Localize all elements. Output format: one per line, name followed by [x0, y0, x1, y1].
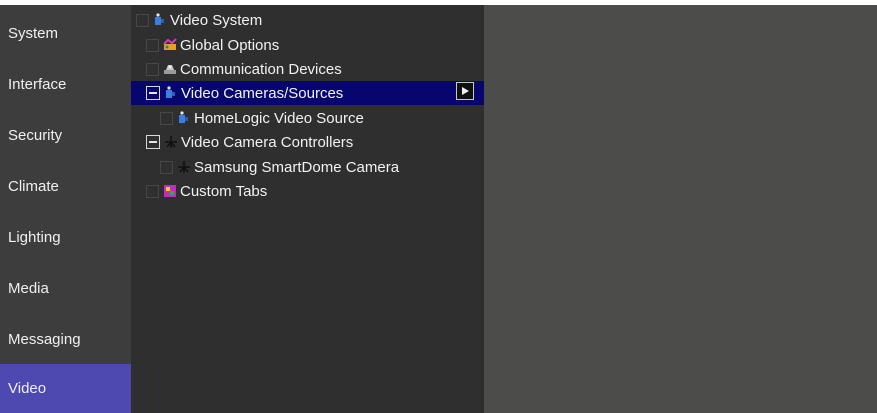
- video-camera-icon: [155, 13, 164, 25]
- tree-node-homelogic-video-source[interactable]: HomeLogic Video Source: [160, 106, 364, 130]
- tree-node-video-cameras-sources[interactable]: Video Cameras/Sources: [131, 81, 484, 105]
- sidebar-item-label: System: [8, 25, 59, 42]
- tree-node-checkbox[interactable]: [146, 184, 159, 198]
- sidebar-item-system[interactable]: System: [0, 9, 131, 59]
- sidebar-item-label: Interface: [8, 76, 67, 93]
- tree-node-video-camera-controllers[interactable]: Video Camera Controllers: [146, 130, 353, 154]
- communication-devices-icon: [164, 65, 176, 74]
- sidebar-item-label: Video: [8, 380, 47, 397]
- video-camera-icon: [179, 111, 188, 123]
- tree-node-label: Video Camera Controllers: [181, 133, 354, 151]
- tree-node-global-options[interactable]: Global Options: [146, 33, 279, 57]
- tree-collapse-toggle[interactable]: [146, 86, 160, 100]
- tree-node-custom-tabs[interactable]: Custom Tabs: [146, 179, 267, 203]
- global-options-icon: [163, 38, 177, 50]
- video-camera-icon: [166, 86, 175, 98]
- sidebar-item-label: Messaging: [8, 331, 81, 348]
- tree-node-label: Custom Tabs: [180, 182, 268, 200]
- sidebar-item-climate[interactable]: Climate: [0, 162, 131, 212]
- tree-node-video-system[interactable]: Video System: [136, 8, 262, 32]
- camera-controller-icon: [165, 136, 177, 148]
- expand-arrow-button[interactable]: [456, 82, 474, 100]
- tree-node-checkbox[interactable]: [146, 38, 159, 52]
- tree-node-checkbox[interactable]: [160, 111, 173, 125]
- tree-node-label: Video System: [170, 11, 263, 29]
- tree-node-label: Global Options: [180, 36, 280, 54]
- tree-node-checkbox[interactable]: [146, 62, 159, 76]
- sidebar-item-interface[interactable]: Interface: [0, 60, 131, 110]
- tree-node-label: Communication Devices: [180, 60, 342, 78]
- tree-node-label: Video Cameras/Sources: [181, 84, 344, 102]
- sidebar-item-lighting[interactable]: Lighting: [0, 213, 131, 263]
- sidebar-item-media[interactable]: Media: [0, 264, 131, 314]
- sidebar-item-security[interactable]: Security: [0, 111, 131, 161]
- settings-tree: Video System Global Options Communicatio…: [131, 5, 484, 413]
- sidebar-item-label: Lighting: [8, 229, 61, 246]
- tree-node-checkbox[interactable]: [136, 13, 149, 27]
- detail-pane: [484, 5, 877, 413]
- custom-tabs-icon: [164, 185, 176, 197]
- tree-node-checkbox[interactable]: [160, 160, 173, 174]
- sidebar: System Interface Security Climate Lighti…: [0, 5, 131, 413]
- play-arrow-icon: [462, 87, 469, 95]
- tree-node-label: Samsung SmartDome Camera: [194, 158, 400, 176]
- tree-node-communication-devices[interactable]: Communication Devices: [146, 57, 342, 81]
- tree-collapse-toggle[interactable]: [146, 135, 160, 149]
- sidebar-item-label: Media: [8, 280, 49, 297]
- sidebar-item-label: Climate: [8, 178, 59, 195]
- app-window: System Interface Security Climate Lighti…: [0, 5, 877, 413]
- sidebar-item-messaging[interactable]: Messaging: [0, 315, 131, 365]
- sidebar-item-label: Security: [8, 127, 63, 144]
- sidebar-item-video[interactable]: Video: [0, 364, 131, 413]
- camera-controller-icon: [178, 161, 190, 173]
- tree-node-samsung-smartdome-camera[interactable]: Samsung SmartDome Camera: [160, 155, 399, 179]
- tree-node-label: HomeLogic Video Source: [194, 109, 364, 127]
